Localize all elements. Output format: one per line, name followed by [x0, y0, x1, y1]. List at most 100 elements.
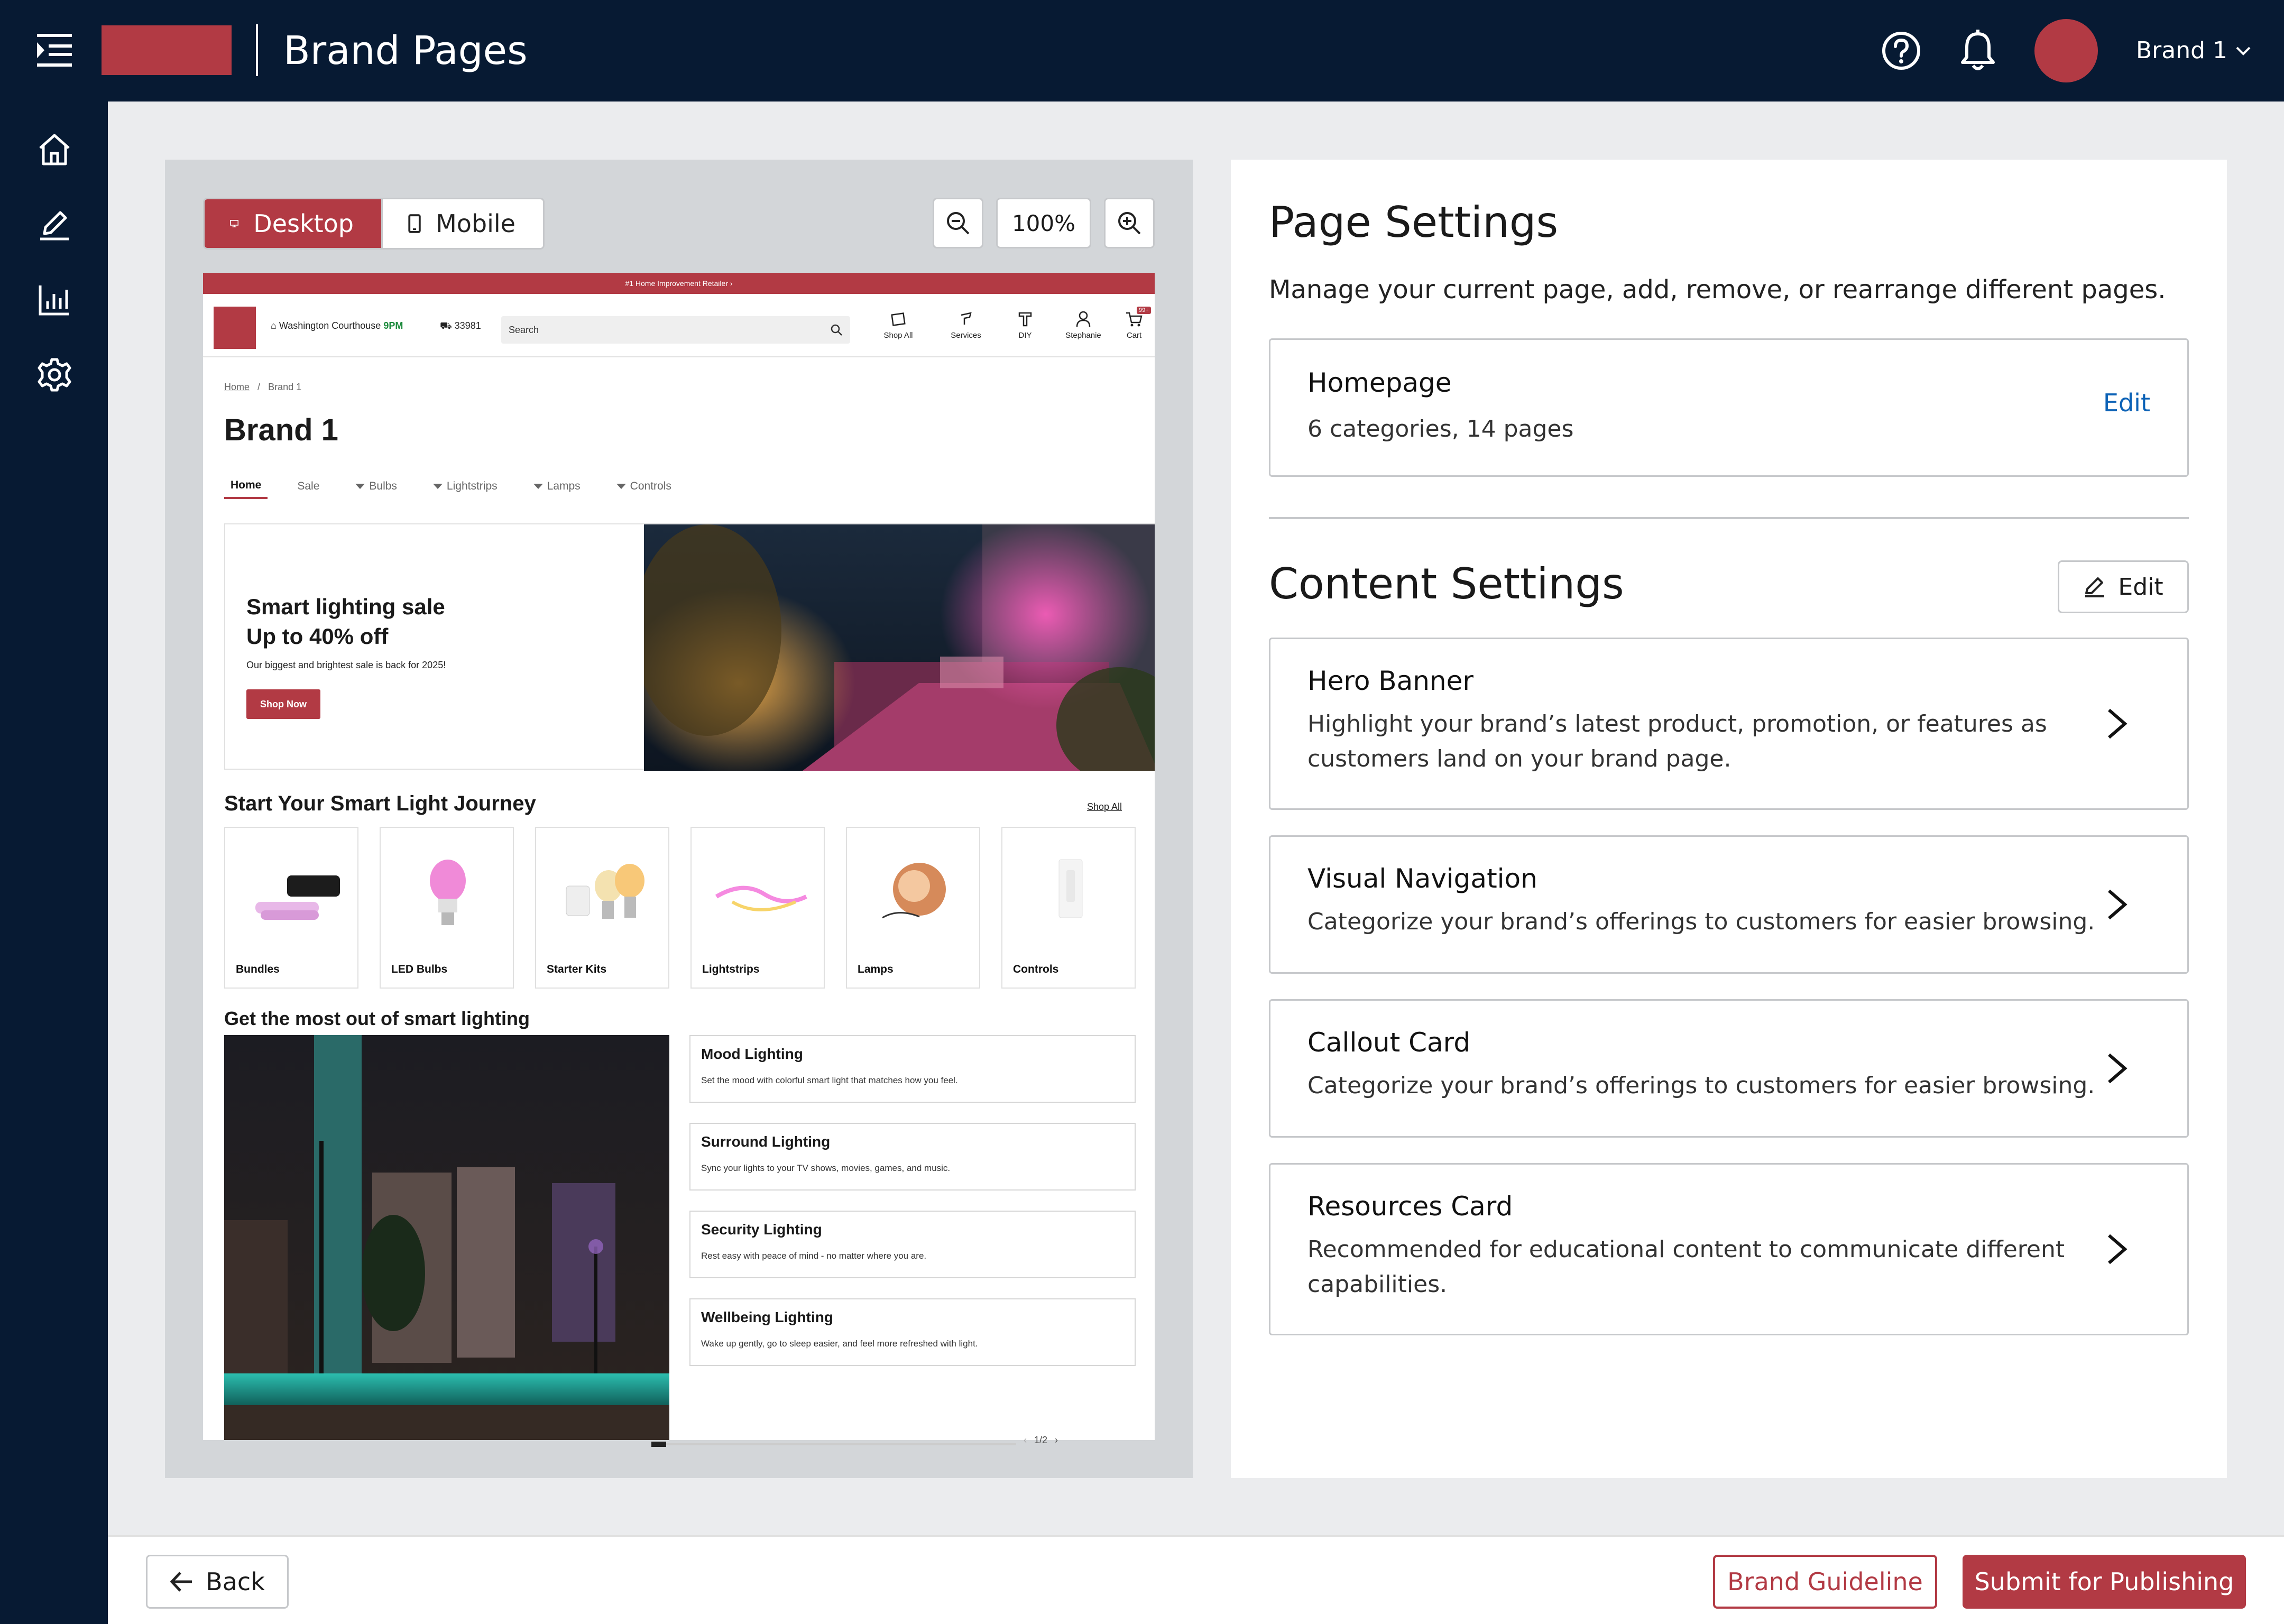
store-location-name: Washington Courthouse: [279, 320, 381, 331]
feature-card-title: Wellbeing Lighting: [701, 1309, 833, 1325]
settings-icon[interactable]: [37, 357, 72, 392]
brand-logo[interactable]: [102, 25, 232, 75]
promo-strip[interactable]: #1 Home Improvement Retailer ›: [203, 273, 1155, 294]
caret-down-icon: [432, 484, 443, 489]
feature-card-desc: Sync your lights to your TV shows, movie…: [701, 1163, 951, 1173]
category-label: Lightstrips: [702, 963, 760, 975]
analytics-icon[interactable]: [37, 282, 72, 317]
category-card[interactable]: Starter Kits: [535, 827, 669, 989]
avatar[interactable]: [2034, 19, 2098, 82]
edit-icon: [2085, 577, 2105, 597]
services-icon: [961, 312, 972, 325]
store-search-placeholder: Search: [509, 325, 539, 335]
store-tab-home[interactable]: Home: [224, 479, 268, 499]
menu-icon[interactable]: [37, 33, 76, 68]
visual-navigation-setting[interactable]: Visual Navigation Categorize your brand’…: [1269, 835, 2189, 974]
feature-card-desc: Wake up gently, go to sleep easier, and …: [701, 1339, 978, 1349]
feature-card[interactable]: Surround Lighting Sync your lights to yo…: [689, 1123, 1136, 1191]
setting-desc: Recommended for educational content to c…: [1307, 1236, 2065, 1298]
content-edit-label: Edit: [2118, 573, 2163, 601]
store-tab-label: Sale: [297, 480, 320, 492]
store-tab-label: Controls: [630, 480, 671, 492]
category-grid: Bundles LED Bulbs Starter Kits Lightstri…: [224, 827, 1136, 989]
category-label: LED Bulbs: [391, 963, 448, 975]
store-nav-cart[interactable]: 99+ Cart: [1110, 307, 1155, 340]
settings-panel: Page Settings Manage your current page, …: [1231, 160, 2227, 1478]
store-nav-services[interactable]: Services: [942, 310, 990, 340]
feature-card-desc: Rest easy with peace of mind - no matter…: [701, 1251, 927, 1261]
shop-now-button[interactable]: Shop Now: [246, 689, 320, 719]
store-nav-diy[interactable]: DIY: [1001, 310, 1049, 340]
store-zip-value: 33981: [454, 320, 481, 331]
category-card[interactable]: Controls: [1001, 827, 1136, 989]
page-settings-desc: Manage your current page, add, remove, o…: [1269, 275, 2166, 304]
store-nav-label: Shop All: [883, 331, 913, 340]
back-button[interactable]: Back: [146, 1555, 289, 1609]
feature-card[interactable]: Security Lighting Rest easy with peace o…: [689, 1211, 1136, 1278]
store-tab-label: Lightstrips: [446, 480, 498, 492]
chevron-right-icon: [2108, 708, 2128, 739]
feature-card[interactable]: Wellbeing Lighting Wake up gently, go to…: [689, 1298, 1136, 1366]
category-card[interactable]: Lamps: [846, 827, 980, 989]
chevron-right-icon[interactable]: ›: [1055, 1435, 1058, 1446]
content-settings-title: Content Settings: [1269, 559, 1624, 608]
store-tab-sale[interactable]: Sale: [291, 479, 326, 499]
store-location[interactable]: ⌂ Washington Courthouse 9PM: [271, 320, 403, 331]
home-icon[interactable]: [37, 132, 72, 167]
section-divider: [1269, 517, 2189, 519]
setting-title: Callout Card: [1307, 1027, 1471, 1058]
submit-for-publishing-button[interactable]: Submit for Publishing: [1963, 1555, 2246, 1609]
room-image: [224, 1035, 669, 1440]
chevron-down-icon: [2236, 47, 2251, 56]
mobile-icon: [408, 214, 421, 233]
breadcrumb-home[interactable]: Home: [224, 382, 250, 392]
journey-title: Start Your Smart Light Journey: [224, 792, 536, 815]
feature-card[interactable]: Mood Lighting Set the mood with colorful…: [689, 1035, 1136, 1103]
chevron-left-icon[interactable]: ‹: [1024, 1435, 1027, 1446]
store-search-input[interactable]: Search: [501, 316, 850, 344]
category-card[interactable]: Lightstrips: [690, 827, 825, 989]
feature-card-desc: Set the mood with colorful smart light t…: [701, 1075, 958, 1085]
store-logo[interactable]: [214, 307, 256, 349]
store-hours: 9PM: [383, 320, 403, 331]
zoom-out-button[interactable]: [933, 198, 983, 248]
hero-image: [644, 524, 1155, 771]
category-label: Starter Kits: [547, 963, 607, 975]
lightstrip-image: [715, 885, 807, 911]
category-card[interactable]: Bundles: [224, 827, 358, 989]
store-tab-bulbs[interactable]: Bulbs: [349, 479, 403, 499]
store-zip[interactable]: ⛟ 33981: [440, 320, 481, 333]
hero-banner: Smart lighting sale Up to 40% off Our bi…: [224, 523, 1155, 771]
homepage-edit-link[interactable]: Edit: [2103, 389, 2150, 417]
help-icon[interactable]: [1881, 31, 1921, 71]
callout-card-setting[interactable]: Callout Card Categorize your brand’s off…: [1269, 999, 2189, 1138]
carousel-progress-fill: [651, 1442, 666, 1447]
store-nav-label: Cart: [1126, 331, 1142, 340]
desktop-view-button[interactable]: Desktop: [205, 199, 381, 248]
store-page-title: Brand 1: [224, 413, 338, 447]
caret-down-icon: [616, 484, 626, 489]
bottom-bar: Back Brand Guideline Submit for Publishi…: [108, 1535, 2284, 1624]
shop-all-icon: [891, 312, 906, 326]
hero-title: Smart lighting sale Up to 40% off: [246, 594, 445, 649]
brand-guideline-button[interactable]: Brand Guideline: [1713, 1555, 1937, 1609]
edit-icon[interactable]: [37, 207, 72, 242]
resources-card-setting[interactable]: Resources Card Recommended for education…: [1269, 1163, 2189, 1335]
caret-down-icon: [533, 484, 543, 489]
store-nav-shop-all[interactable]: Shop All: [874, 310, 922, 340]
content-edit-button[interactable]: Edit: [2058, 560, 2189, 613]
store-tab-lamps[interactable]: Lamps: [527, 479, 587, 499]
category-card[interactable]: LED Bulbs: [380, 827, 514, 989]
bell-icon[interactable]: [1959, 30, 1996, 72]
store-nav-account[interactable]: Stephanie: [1060, 310, 1107, 340]
back-label: Back: [206, 1567, 265, 1596]
zoom-in-button[interactable]: [1104, 198, 1155, 248]
store-tab-lightstrips[interactable]: Lightstrips: [427, 479, 504, 499]
store-tab-controls[interactable]: Controls: [610, 479, 678, 499]
brand-selector[interactable]: Brand 1: [2136, 35, 2251, 67]
homepage-desc: 6 categories, 14 pages: [1307, 416, 1574, 442]
chevron-right-icon: [2108, 889, 2128, 920]
mobile-view-button[interactable]: Mobile: [381, 199, 543, 248]
hero-banner-setting[interactable]: Hero Banner Highlight your brand’s lates…: [1269, 638, 2189, 810]
journey-shop-all-link[interactable]: Shop All: [1087, 801, 1122, 813]
